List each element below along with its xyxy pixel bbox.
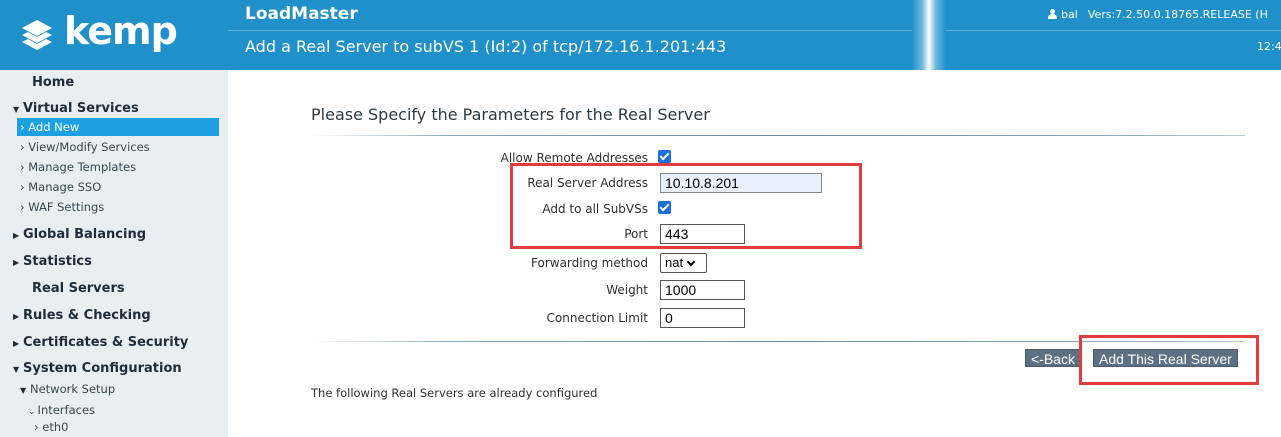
sidebar-item-label: Rules & Checking: [23, 308, 151, 323]
kemp-logo-icon: [22, 20, 52, 50]
sidebar-item-rules-checking[interactable]: ▶ Rules & Checking: [13, 308, 151, 323]
page-heading: Add a Real Server to subVS 1 (Id:2) of t…: [245, 37, 727, 56]
sidebar-item-label: Network Setup: [30, 382, 116, 396]
chevron-down-icon: [686, 257, 696, 267]
sidebar-item-label: Statistics: [23, 254, 92, 269]
collapsed-triangle-icon: ▶: [13, 339, 20, 348]
sidebar-item-label: Virtual Services: [23, 101, 139, 116]
expanded-triangle-icon: ▼: [20, 386, 27, 395]
expanded-triangle-icon: ▼: [13, 105, 20, 114]
annotation-highlight-add-button: [1079, 335, 1259, 385]
sidebar-item-home[interactable]: Home: [32, 75, 74, 90]
sidebar-item-label: Interfaces: [37, 403, 96, 417]
sidebar-item-view-modify-services[interactable]: › View/Modify Services: [20, 140, 150, 154]
annotation-highlight-fields: [510, 163, 862, 249]
allow-remote-checkbox[interactable]: [658, 150, 671, 163]
version-text: Vers:7.2.50.0.18765.RELEASE (H: [1087, 8, 1268, 21]
forwarding-method-select[interactable]: nat: [660, 253, 707, 273]
sidebar-item-manage-templates[interactable]: › Manage Templates: [20, 160, 136, 174]
app-title: LoadMaster: [245, 4, 358, 24]
sidebar-item-eth0[interactable]: › eth0: [34, 420, 68, 434]
back-button[interactable]: <-Back: [1025, 349, 1081, 367]
sidebar-item-global-balancing[interactable]: ▶ Global Balancing: [13, 227, 146, 242]
sidebar-item-system-configuration[interactable]: ▼ System Configuration: [13, 361, 182, 376]
sidebar-item-manage-sso[interactable]: › Manage SSO: [20, 180, 101, 194]
sidebar-item-virtual-services[interactable]: ▼ Virtual Services: [13, 101, 139, 116]
user-icon: [1048, 9, 1057, 19]
expanded-triangle-icon: ▼: [13, 365, 20, 374]
sidebar-item-add-new[interactable]: › Add New: [17, 118, 219, 136]
sidebar-item-network-setup[interactable]: ▼ Network Setup: [20, 382, 115, 396]
sidebar-item-real-servers[interactable]: Real Servers: [32, 281, 125, 296]
sidebar-item-statistics[interactable]: ▶ Statistics: [13, 254, 92, 269]
expanded-chevron-icon: ⌄: [28, 407, 36, 417]
sidebar-item-waf-settings[interactable]: › WAF Settings: [20, 200, 104, 214]
sidebar-item-label: Global Balancing: [23, 227, 147, 242]
weight-input[interactable]: 1000: [660, 280, 745, 300]
sidebar-item-interfaces[interactable]: ⌄ Interfaces: [28, 403, 95, 417]
header-band: [228, 65, 1281, 70]
forwarding-method-label: Forwarding method: [531, 256, 648, 270]
header-divider: [228, 30, 1281, 31]
configured-servers-note: The following Real Servers are already c…: [311, 386, 598, 400]
brand-name: kemp: [64, 9, 178, 53]
clock: 12:43: [1257, 40, 1281, 53]
form-top-divider: [311, 135, 1245, 136]
sidebar-item-label: Certificates & Security: [23, 335, 189, 350]
sidebar-item-certificates-security[interactable]: ▶ Certificates & Security: [13, 335, 188, 350]
connection-limit-input[interactable]: 0: [660, 308, 745, 328]
weight-label: Weight: [606, 283, 648, 297]
connection-limit-label: Connection Limit: [546, 311, 648, 325]
collapsed-triangle-icon: ▶: [13, 258, 20, 267]
header-gap: [912, 0, 946, 70]
collapsed-triangle-icon: ▶: [13, 312, 20, 321]
sidebar-item-label: System Configuration: [23, 361, 182, 376]
username[interactable]: bal: [1061, 8, 1078, 21]
forwarding-method-value: nat: [665, 255, 684, 270]
collapsed-triangle-icon: ▶: [13, 231, 20, 240]
form-title: Please Specify the Parameters for the Re…: [311, 105, 710, 124]
user-info: bal Vers:7.2.50.0.18765.RELEASE (H: [1048, 8, 1268, 21]
logo-area: kemp: [0, 0, 228, 70]
